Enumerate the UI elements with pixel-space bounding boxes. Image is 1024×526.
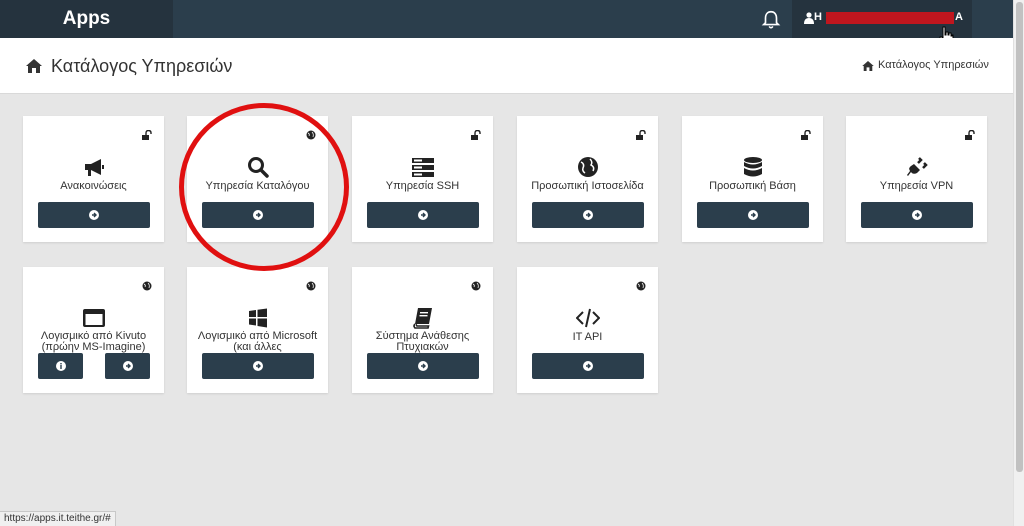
globe-icon	[471, 281, 481, 291]
arrow-right-icon	[418, 210, 428, 220]
service-card-directory: Υπηρεσία Καταλόγου	[187, 116, 328, 242]
card-label: Υπηρεσία VPN	[879, 180, 954, 192]
card-label: Ανακοινώσεις	[60, 180, 127, 192]
card-label: Λογισμικό από Kivuto (πρώην MS-Imagine)	[40, 331, 147, 353]
service-card-ssh: Υπηρεσία SSH	[352, 116, 493, 242]
unlock-icon	[471, 130, 481, 140]
open-service-button[interactable]	[202, 202, 314, 228]
bullhorn-icon	[84, 159, 104, 176]
page-title: Κατάλογος Υπηρεσιών	[51, 56, 233, 76]
unlock-icon	[636, 130, 646, 140]
breadcrumb[interactable]: Κατάλογος Υπηρεσιών	[878, 59, 989, 71]
globe-icon	[306, 281, 316, 291]
server-icon	[411, 158, 434, 177]
arrow-right-icon	[748, 210, 758, 220]
arrow-right-icon	[122, 361, 133, 371]
open-service-button[interactable]	[697, 202, 809, 228]
arrow-right-icon	[253, 210, 263, 220]
arrow-right-icon	[89, 210, 99, 220]
info-icon	[55, 361, 66, 371]
arrow-right-icon	[418, 361, 428, 371]
card-label: Λογισμικό από Microsoft (και άλλες	[197, 331, 318, 353]
card-label: Υπηρεσία SSH	[385, 180, 460, 192]
scrollbar[interactable]	[1013, 0, 1024, 526]
globe-icon	[577, 157, 598, 177]
bell-icon[interactable]	[760, 9, 782, 31]
brand-logo[interactable]: Apps	[0, 0, 173, 38]
card-label: Υπηρεσία Καταλόγου	[205, 180, 310, 192]
top-navbar: Apps H A	[0, 0, 1013, 38]
service-card-personal-database: Προσωπική Βάση	[682, 116, 823, 242]
service-card-announcements: Ανακοινώσεις	[23, 116, 164, 242]
search-icon	[247, 157, 269, 178]
user-name-end: A	[955, 11, 963, 23]
home-icon	[26, 59, 42, 73]
card-label: Προσωπική Ιστοσελίδα	[531, 180, 644, 192]
plug-icon	[906, 157, 928, 176]
service-card-it-api: IT API	[517, 267, 658, 393]
page-header: Κατάλογος Υπηρεσιών Κατάλογος Υπηρεσιών	[0, 38, 1013, 94]
open-service-button[interactable]	[532, 202, 644, 228]
service-card-thesis: Σύστημα Ανάθεσης Πτυχιακών	[352, 267, 493, 393]
scrollbar-thumb[interactable]	[1016, 2, 1023, 472]
open-service-button[interactable]	[105, 353, 150, 379]
open-service-button[interactable]	[202, 353, 314, 379]
book-icon	[412, 308, 432, 329]
arrow-right-icon	[253, 361, 263, 371]
service-card-microsoft: Λογισμικό από Microsoft (και άλλες	[187, 267, 328, 393]
unlock-icon	[801, 130, 811, 140]
redaction-bar	[826, 12, 954, 24]
open-service-button[interactable]	[861, 202, 973, 228]
database-icon	[743, 157, 762, 177]
card-label: Σύστημα Ανάθεσης Πτυχιακών	[375, 331, 470, 353]
card-label: IT API	[572, 331, 603, 343]
arrow-right-icon	[583, 210, 593, 220]
arrow-right-icon	[912, 210, 922, 220]
breadcrumb-home-icon[interactable]	[862, 61, 874, 71]
user-name-start: H	[814, 11, 822, 23]
code-icon	[575, 308, 600, 328]
card-label: Προσωπική Βάση	[709, 180, 796, 192]
unlock-icon	[142, 130, 152, 140]
globe-icon	[306, 130, 316, 140]
open-service-button[interactable]	[367, 202, 479, 228]
user-icon	[804, 12, 814, 24]
status-bar-url: https://apps.it.teithe.gr/#	[0, 511, 116, 526]
globe-icon	[636, 281, 646, 291]
window-icon	[82, 309, 105, 327]
unlock-icon	[965, 130, 975, 140]
service-card-personal-website: Προσωπική Ιστοσελίδα	[517, 116, 658, 242]
open-service-button[interactable]	[532, 353, 644, 379]
service-card-kivuto: Λογισμικό από Kivuto (πρώην MS-Imagine)	[23, 267, 164, 393]
open-service-button[interactable]	[38, 202, 150, 228]
globe-icon	[142, 281, 152, 291]
windows-icon	[248, 308, 267, 328]
service-card-vpn: Υπηρεσία VPN	[846, 116, 987, 242]
info-button[interactable]	[38, 353, 83, 379]
arrow-right-icon	[583, 361, 593, 371]
open-service-button[interactable]	[367, 353, 479, 379]
